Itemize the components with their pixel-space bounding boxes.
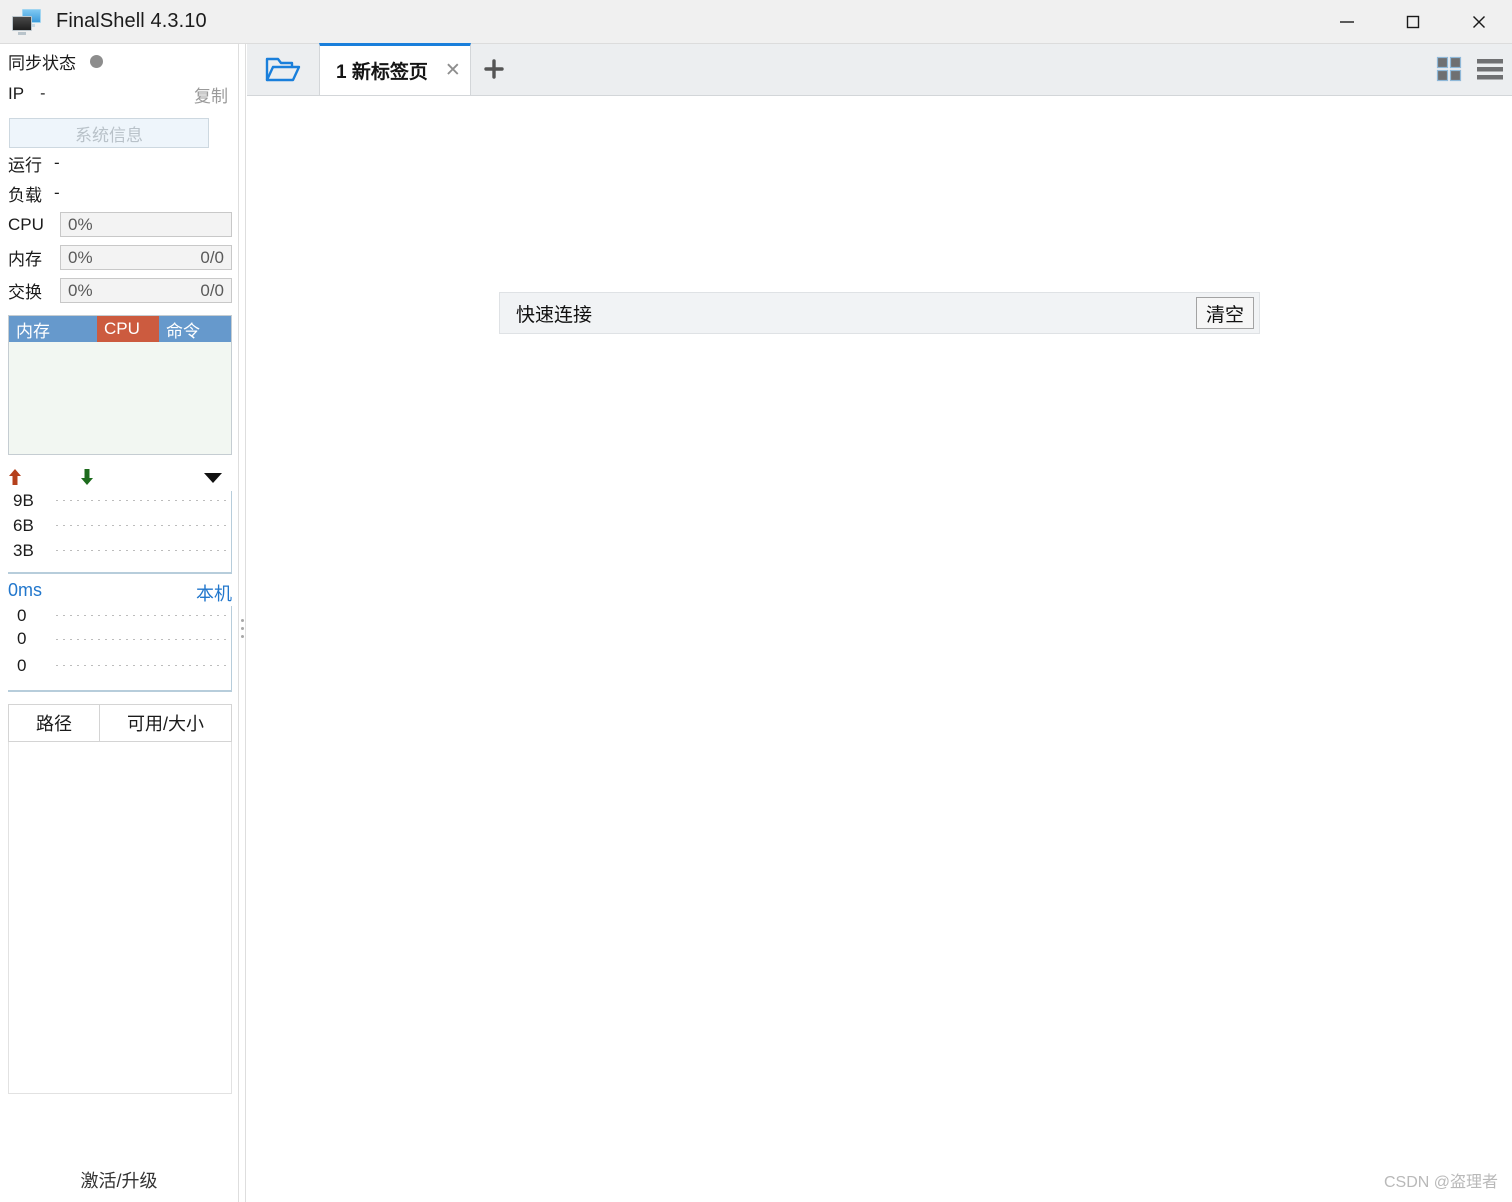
tab-bar: 1 新标签页 ✕ (247, 43, 1512, 96)
minimize-button[interactable] (1314, 0, 1380, 44)
sidebar-splitter[interactable] (238, 44, 246, 1202)
disk-table: 路径 可用/大小 (8, 704, 232, 1094)
net-y-label-1: 6B (13, 516, 34, 535)
process-col-command[interactable]: 命令 (159, 316, 231, 342)
activate-upgrade-button[interactable]: 激活/升级 (0, 1158, 238, 1202)
process-col-cpu[interactable]: CPU (97, 316, 159, 342)
swap-percent: 0% (68, 280, 93, 300)
network-options-caret-down-icon[interactable] (204, 473, 222, 483)
disk-table-header: 路径 可用/大小 (8, 704, 232, 742)
disk-col-path[interactable]: 路径 (8, 704, 100, 742)
disk-col-available-size[interactable]: 可用/大小 (100, 704, 232, 742)
process-col-memory[interactable]: 内存 (9, 316, 97, 342)
uptime-value: - (54, 153, 60, 172)
close-button[interactable] (1446, 0, 1512, 44)
tab-new-tab-page[interactable]: 1 新标签页 ✕ (319, 43, 471, 95)
finalshell-window: FinalShell 4.3.10 同步状态 IP - 复制 系统信息 运行 -… (0, 0, 1512, 1202)
watermark: CSDN @盗理者 (1383, 1174, 1498, 1191)
app-monitors-icon (12, 8, 42, 35)
tab-close-icon[interactable]: ✕ (442, 60, 464, 82)
cpu-percent: 0% (68, 214, 93, 234)
cpu-meter-row: CPU 0% (0, 208, 238, 241)
main-content: 快速连接 清空 CSDN @盗理者 (247, 96, 1512, 1202)
list-view-icon[interactable] (1476, 56, 1504, 87)
net-y-label-0: 9B (13, 491, 34, 510)
latency-host[interactable]: 本机 (196, 580, 232, 606)
process-table-body[interactable] (9, 342, 231, 454)
system-info-button[interactable]: 系统信息 (9, 118, 209, 148)
memory-meter-row: 内存 0% 0/0 (0, 241, 238, 274)
latency-graph[interactable]: 0 0 0 (8, 606, 232, 692)
new-tab-button[interactable] (471, 43, 517, 95)
swap-label: 交换 (8, 283, 42, 302)
latency-value: 0ms (8, 580, 43, 600)
load-label: 负载 (8, 185, 42, 205)
arrow-up-icon (9, 469, 21, 485)
uptime-row: 运行 - (0, 148, 238, 178)
clear-button[interactable]: 清空 (1196, 297, 1254, 329)
sync-status-label: 同步状态 (8, 53, 76, 73)
copy-ip-button[interactable]: 复制 (194, 82, 228, 107)
process-table-header: 内存 CPU 命令 (9, 316, 231, 342)
tab-label: 1 新标签页 (336, 62, 428, 83)
disk-table-body[interactable] (8, 742, 232, 1094)
latency-graph-header: 0ms 本机 (0, 578, 238, 606)
tab-bar-tools (1436, 56, 1504, 87)
sidebar: 同步状态 IP - 复制 系统信息 运行 - 负载 - CPU 0% 内存 0%… (0, 44, 238, 1202)
ip-value: - (40, 85, 46, 102)
window-title: FinalShell 4.3.10 (56, 10, 207, 32)
maximize-button[interactable] (1380, 0, 1446, 44)
cpu-meter: 0% (60, 212, 232, 237)
lat-y-label-0: 0 (17, 606, 27, 625)
network-traffic-graph[interactable]: 9B 6B 3B (8, 491, 232, 574)
memory-label: 内存 (8, 250, 42, 269)
swap-meter-row: 交换 0% 0/0 (0, 274, 238, 307)
process-table: 内存 CPU 命令 (8, 315, 232, 455)
memory-percent: 0% (68, 247, 93, 267)
arrow-down-icon (81, 469, 93, 485)
memory-detail: 0/0 (200, 247, 224, 267)
grid-view-icon[interactable] (1436, 56, 1462, 87)
quick-connect-panel: 快速连接 清空 (499, 292, 1260, 334)
title-bar: FinalShell 4.3.10 (0, 0, 1512, 44)
ip-row: IP - 复制 (0, 78, 238, 110)
network-graph-header (0, 463, 238, 491)
load-value: - (54, 183, 60, 202)
quick-connect-label: 快速连接 (516, 304, 593, 326)
window-controls (1314, 0, 1512, 44)
load-row: 负载 - (0, 178, 238, 208)
lat-y-label-2: 0 (17, 656, 27, 675)
memory-meter: 0% 0/0 (60, 245, 232, 270)
main-area: 1 新标签页 ✕ 快速连接 清空 CSDN @盗理者 (247, 43, 1512, 1202)
cpu-label: CPU (8, 214, 44, 234)
uptime-label: 运行 (8, 155, 42, 175)
net-y-label-2: 3B (13, 541, 34, 560)
sync-status-indicator-icon (90, 54, 103, 68)
lat-y-label-1: 0 (17, 629, 27, 648)
swap-meter: 0% 0/0 (60, 278, 232, 303)
open-folder-icon[interactable] (247, 43, 319, 95)
ip-label: IP (8, 84, 25, 103)
swap-detail: 0/0 (200, 280, 224, 300)
sync-status-row: 同步状态 (0, 44, 238, 78)
